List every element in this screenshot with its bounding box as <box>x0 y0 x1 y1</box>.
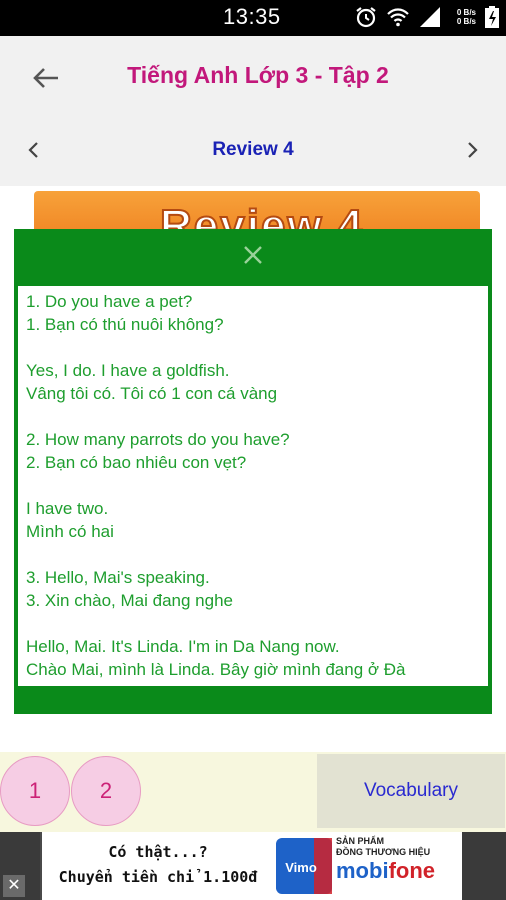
alarm-icon <box>356 7 376 28</box>
net-down: 0 B/s <box>456 17 476 26</box>
ad-brand-small-2: ĐỒNG THƯƠNG HIỆU <box>336 847 431 857</box>
transcript-line: Vâng tôi có. Tôi có 1 con cá vàng <box>26 384 278 403</box>
ad-text: Có thật...? Chuyển tiền chỉ 1.100đ <box>48 840 268 890</box>
net-up: 0 B/s <box>456 8 476 17</box>
ad-brand-small-1: SẢN PHẨM <box>336 836 385 846</box>
network-speed: 0 B/s 0 B/s <box>450 8 476 26</box>
ad-close-button[interactable]: ✕ <box>3 875 25 897</box>
transcript-line: I have two. <box>26 499 109 518</box>
ad-line-2: Chuyển tiền chỉ 1.100đ <box>58 868 258 886</box>
status-time: 13:35 <box>223 4 281 29</box>
ad-banner[interactable]: Có thật...? Chuyển tiền chỉ 1.100đ Vimo … <box>0 832 506 900</box>
transcript-line: 1. Do you have a pet? <box>26 292 193 311</box>
transcript-line: Mình có hai <box>26 522 114 541</box>
close-icon[interactable] <box>242 244 264 266</box>
lesson-title: Review 4 <box>212 139 294 160</box>
transcript-dialog: 1. Do you have a pet? 1. Bạn có thú nuôi … <box>14 229 492 714</box>
ad-brand-suffix: fone <box>388 858 436 883</box>
transcript-line: Yes, I do. I have a goldfish. <box>26 361 230 380</box>
transcript-line: 3. Hello, Mai's speaking. <box>26 568 210 587</box>
lesson-nav: Review 4 <box>0 134 506 168</box>
ad-brand-prefix: mobi <box>336 858 389 883</box>
page-1-button[interactable]: 1 <box>0 756 70 826</box>
signal-icon <box>420 7 440 27</box>
transcript-line: 3. Xin chào, Mai đang nghe <box>26 591 233 610</box>
status-icons: 0 B/s 0 B/s <box>354 5 500 29</box>
battery-icon <box>485 6 499 28</box>
transcript-text[interactable]: 1. Do you have a pet? 1. Bạn có thú nuôi … <box>17 285 489 687</box>
wifi-icon <box>387 8 409 27</box>
chevron-right-icon[interactable] <box>460 138 484 162</box>
vimo-logo-icon: Vimo <box>276 838 332 894</box>
transcript-gap <box>26 543 480 566</box>
transcript-gap <box>26 405 480 428</box>
mobifone-logo: mobifone <box>336 858 456 884</box>
transcript-line: 2. How many parrots do you have? <box>26 430 290 449</box>
transcript-gap <box>26 336 480 359</box>
ad-brand: SẢN PHẨM ĐỒNG THƯƠNG HIỆU mobifone <box>336 836 456 896</box>
page-title: Tiếng Anh Lớp 3 - Tập 2 <box>127 62 389 88</box>
ad-line-1: Có thật...? <box>108 843 208 861</box>
transcript-line: Hello, Mai. It's Linda. I'm in Da Nang n… <box>26 637 340 656</box>
page-2-button[interactable]: 2 <box>71 756 141 826</box>
ad-side-right <box>462 832 506 900</box>
ad-content[interactable]: Có thật...? Chuyển tiền chỉ 1.100đ Vimo … <box>42 832 462 900</box>
app-bar: Tiếng Anh Lớp 3 - Tập 2 Review 4 <box>0 36 506 186</box>
transcript-line: 2. Bạn có bao nhiêu con vẹt? <box>26 453 247 472</box>
transcript-line: 1. Bạn có thú nuôi không? <box>26 315 224 334</box>
transcript-gap <box>26 612 480 635</box>
transcript-gap <box>26 474 480 497</box>
status-bar: 13:35 0 B/s 0 B/s <box>0 0 506 36</box>
transcript-line: Chào Mai, mình là Linda. Bây giờ mình đa… <box>26 660 406 679</box>
vocabulary-button[interactable]: Vocabulary <box>317 754 505 828</box>
vimo-logo-text: Vimo <box>285 860 317 875</box>
bottom-panel: 1 2 Vocabulary <box>0 752 506 832</box>
